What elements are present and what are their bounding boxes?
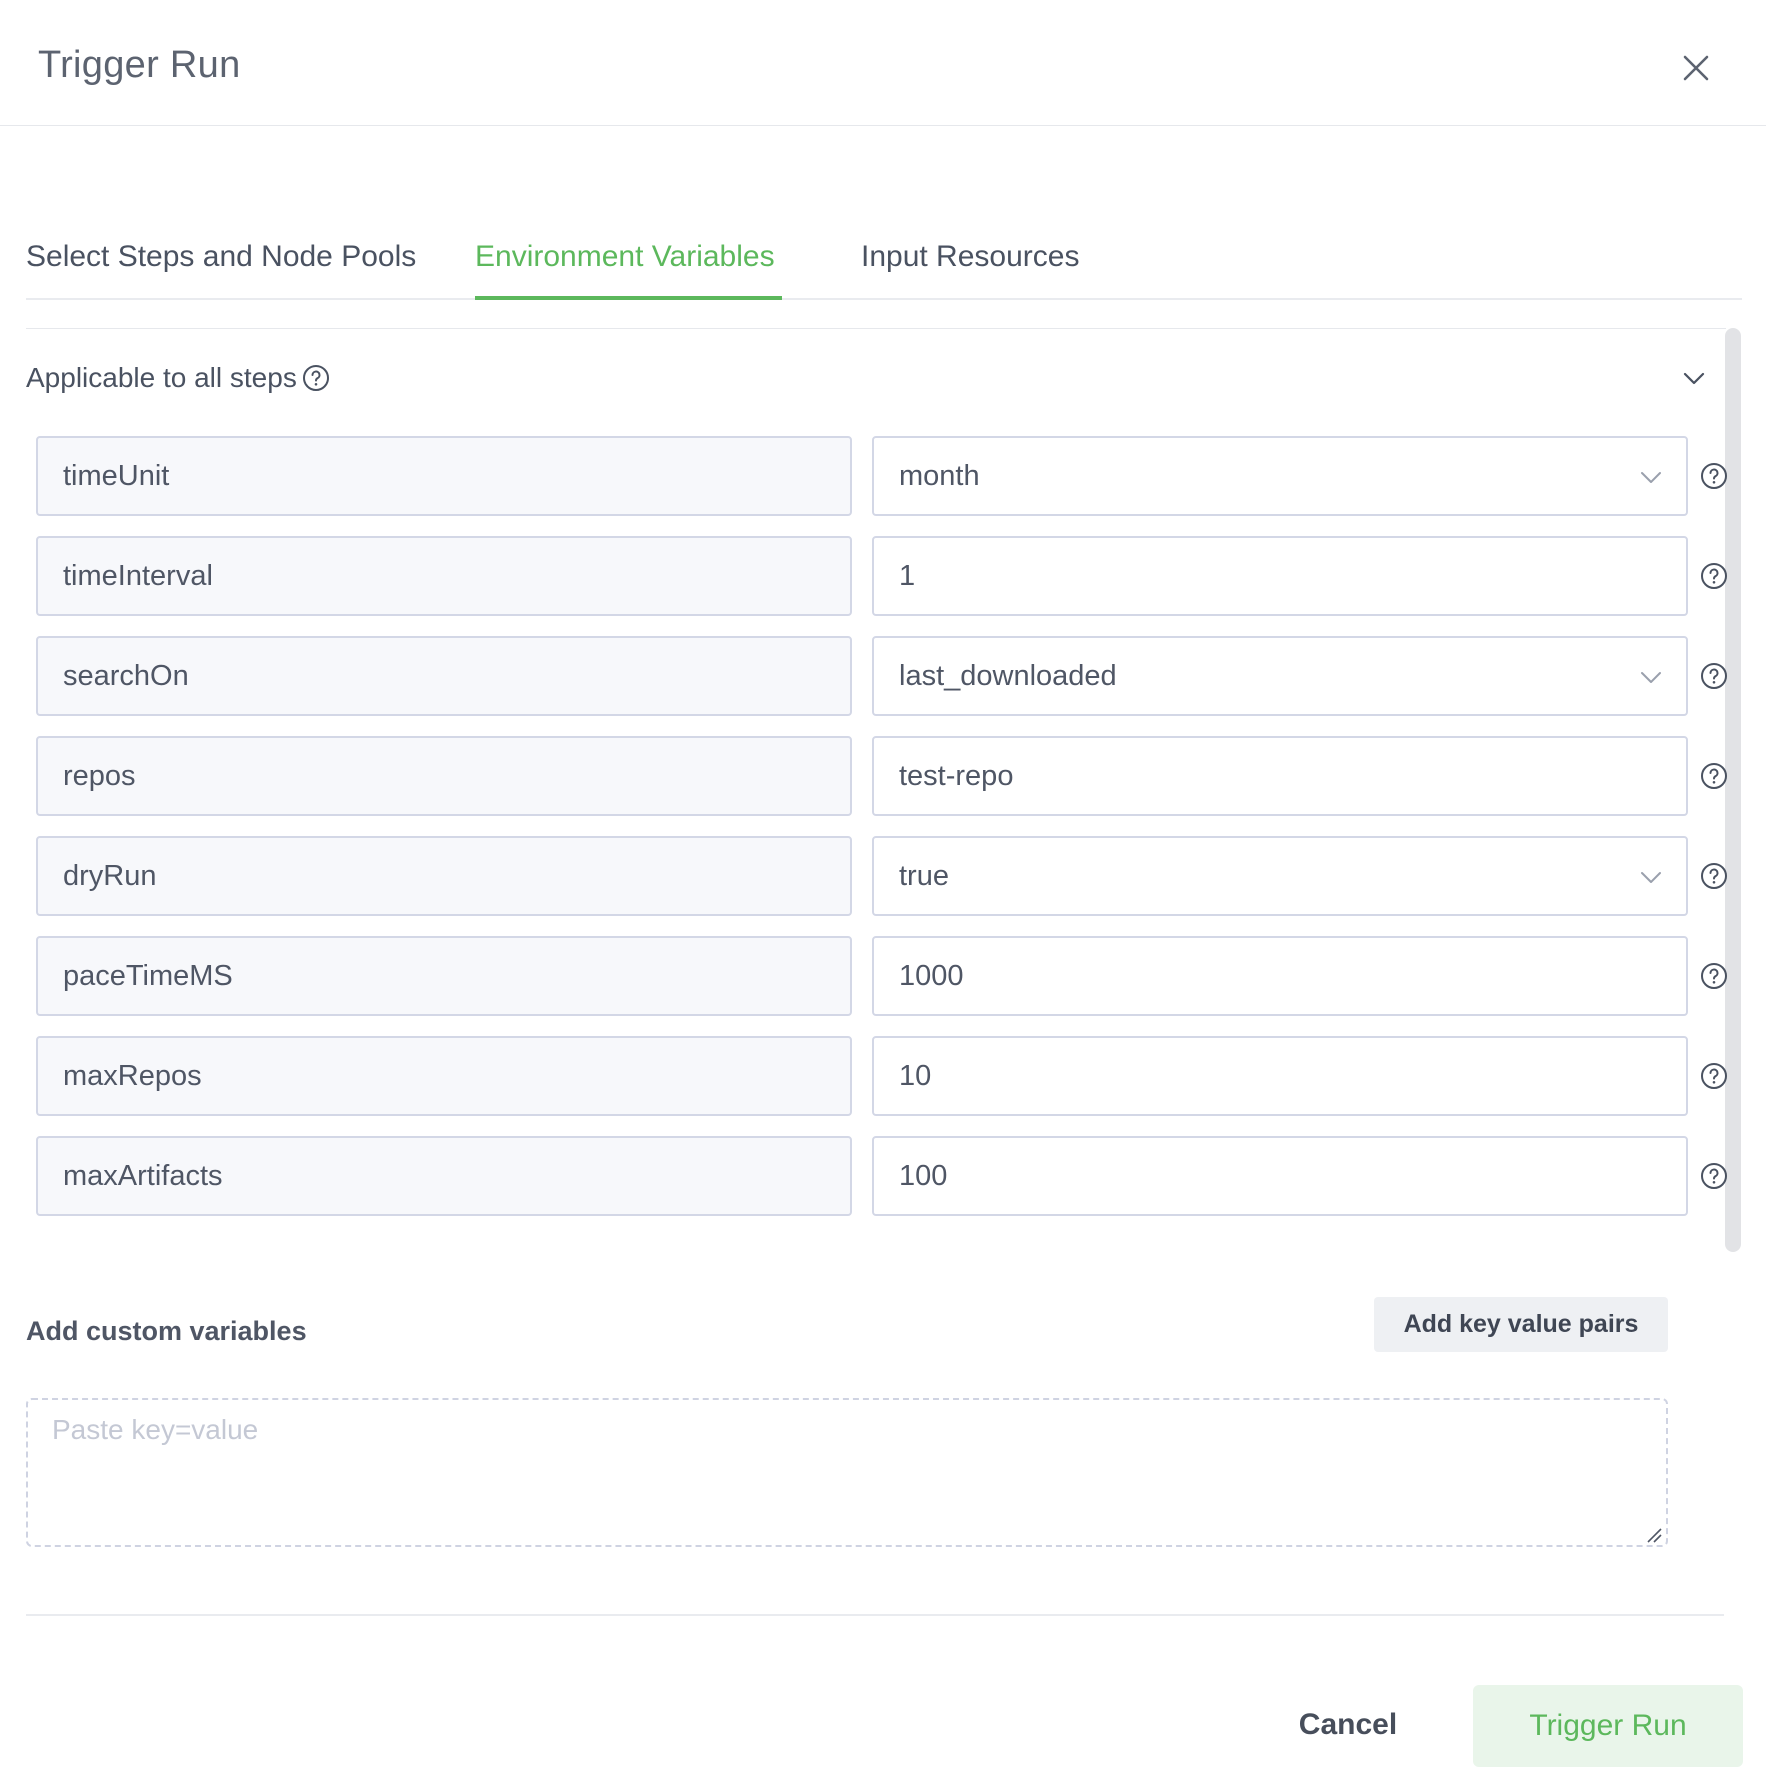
variable-value-text: 10 xyxy=(899,1059,932,1092)
help-icon[interactable] xyxy=(1700,762,1728,790)
variable-key-field[interactable]: maxArtifacts xyxy=(36,1136,852,1216)
paste-key-value-input[interactable] xyxy=(26,1398,1668,1547)
variable-value-text: 1000 xyxy=(899,959,964,992)
variable-value-text: last_downloaded xyxy=(899,659,1117,692)
tab-select-steps[interactable]: Select Steps and Node Pools xyxy=(26,240,416,274)
help-icon[interactable] xyxy=(1700,562,1728,590)
help-icon[interactable] xyxy=(302,364,330,392)
variable-value-field[interactable]: 10 xyxy=(872,1036,1688,1116)
chevron-down-icon xyxy=(1641,672,1661,683)
chevron-down-icon xyxy=(1641,472,1661,483)
variable-value-field[interactable]: test-repo xyxy=(872,736,1688,816)
trigger-run-button[interactable]: Trigger Run xyxy=(1473,1685,1743,1767)
active-tab-indicator xyxy=(475,296,782,300)
resize-grip-icon[interactable] xyxy=(1644,1527,1662,1543)
variable-key-field[interactable]: searchOn xyxy=(36,636,852,716)
variable-key-field[interactable]: dryRun xyxy=(36,836,852,916)
cancel-button[interactable]: Cancel xyxy=(1280,1684,1416,1766)
variable-value-select[interactable]: month xyxy=(872,436,1688,516)
variable-key-field[interactable]: paceTimeMS xyxy=(36,936,852,1016)
custom-variables-label: Add custom variables xyxy=(26,1316,307,1346)
variable-key-field[interactable]: repos xyxy=(36,736,852,816)
section-divider xyxy=(26,328,1726,329)
chevron-down-icon[interactable] xyxy=(1680,364,1708,392)
variable-value-select[interactable]: last_downloaded xyxy=(872,636,1688,716)
variable-value-field[interactable]: 1 xyxy=(872,536,1688,616)
help-icon[interactable] xyxy=(1700,962,1728,990)
variable-key-field[interactable]: maxRepos xyxy=(36,1036,852,1116)
section-title: Applicable to all steps xyxy=(26,362,297,393)
variable-value-text: test-repo xyxy=(899,759,1014,792)
variable-value-text: 1 xyxy=(899,559,916,592)
chevron-down-icon xyxy=(1641,872,1661,883)
variable-value-text: 100 xyxy=(899,1159,948,1192)
tab-input-resources[interactable]: Input Resources xyxy=(861,240,1079,274)
help-icon[interactable] xyxy=(1700,862,1728,890)
variable-value-field[interactable]: 1000 xyxy=(872,936,1688,1016)
help-icon[interactable] xyxy=(1700,462,1728,490)
add-key-value-pairs-button[interactable]: Add key value pairs xyxy=(1374,1297,1668,1352)
tab-bar: Select Steps and Node Pools Environment … xyxy=(26,0,1742,300)
variable-value-select[interactable]: true xyxy=(872,836,1688,916)
help-icon[interactable] xyxy=(1700,1162,1728,1190)
variable-value-text: month xyxy=(899,459,980,492)
tab-environment-variables[interactable]: Environment Variables xyxy=(475,240,775,274)
variable-value-text: true xyxy=(899,859,949,892)
variable-key-field[interactable]: timeInterval xyxy=(36,536,852,616)
help-icon[interactable] xyxy=(1700,662,1728,690)
help-icon[interactable] xyxy=(1700,1062,1728,1090)
variable-value-field[interactable]: 100 xyxy=(872,1136,1688,1216)
footer-divider xyxy=(26,1614,1724,1616)
variable-key-field[interactable]: timeUnit xyxy=(36,436,852,516)
